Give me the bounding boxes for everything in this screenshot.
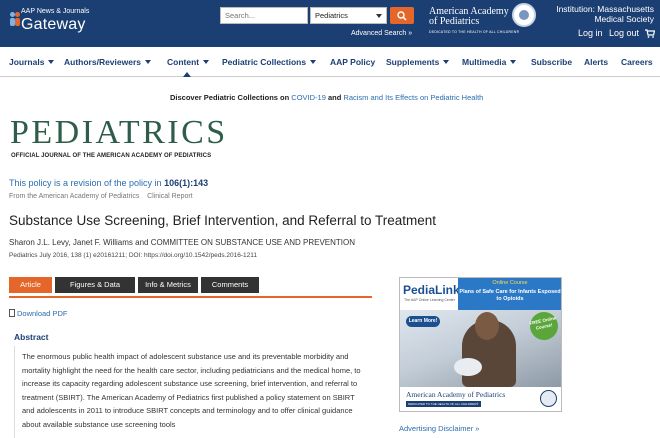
banner-link-covid[interactable]: COVID-19 [291,93,326,102]
ad-brand: PediaLink [403,283,460,297]
search-button[interactable] [390,7,414,24]
banner-prefix: Discover Pediatric Collections on [170,93,290,102]
journal-subtitle: OFFICIAL JOURNAL OF THE AMERICAN ACADEMY… [11,153,212,159]
nav-subscribe[interactable]: Subscribe [531,57,572,67]
nav-label: Content [167,57,200,67]
article-citation: Pediatrics July 2016, 138 (1) e20161211;… [9,252,258,259]
abstract-text: The enormous public health impact of ado… [22,352,361,429]
revision-link[interactable]: 106(1):143 [164,178,208,188]
ad-photo: Learn More! FREE Online Course! [400,309,561,387]
nav-label: Multimedia [462,57,507,67]
search-scope-value: Pediatrics [315,11,348,20]
brand-small: AAP News & Journals [21,8,90,15]
aap-tagline: DEDICATED TO THE HEALTH OF ALL CHILDREN® [429,30,520,34]
nav-label: Authors/Reviewers [64,57,141,67]
aap-logo-text[interactable]: American Academy of Pediatrics [429,7,509,27]
advanced-search-link[interactable]: Advanced Search » [351,30,412,37]
abstract-heading: Abstract [14,332,49,342]
nav-label: Supplements [386,57,440,67]
ad-free-badge: FREE Online Course! [527,309,561,343]
chevron-down-icon [510,60,517,64]
nav-aap-policy[interactable]: AAP Policy [330,57,375,67]
nav-supplements[interactable]: Supplements [386,57,450,67]
nav-careers[interactable]: Careers [621,57,653,67]
nav-label: Pediatric Collections [222,57,307,67]
search-icon [397,11,407,21]
nav-journals[interactable]: Journals [9,57,55,67]
search-scope-select[interactable]: Pediatrics [310,7,387,24]
nav-label: AAP Policy [330,57,376,67]
ad-footer: American Academy of Pediatrics DEDICATED… [400,387,561,411]
nav-label: Alerts [584,57,609,67]
revision-note: This policy is a revision of the policy … [9,178,208,188]
collections-banner: Discover Pediatric Collections on COVID-… [170,93,483,102]
tab-article[interactable]: Article [9,277,52,293]
ad-brand-sub: The AAP Online Learning Center [404,298,455,302]
gateway-mark-icon [10,12,20,26]
nav-content[interactable]: Content [167,57,210,67]
ad-aap-tagline: DEDICATED TO THE HEALTH OF ALL CHILDREN® [406,401,481,407]
tab-comments[interactable]: Comments [201,277,259,293]
nav-alerts[interactable]: Alerts [584,57,608,67]
site-header: AAP News & Journals Gateway Pediatrics A… [0,0,660,47]
chevron-down-icon [48,60,55,64]
brand-big: Gateway [21,16,86,33]
revision-text: This policy is a revision of the policy … [9,178,162,188]
nav-label: Journals [9,57,45,67]
nav-label: Careers [621,57,653,67]
article-tabs: Article Figures & Data Info & Metrics Co… [9,277,372,298]
banner-link-racism[interactable]: Racism and Its Effects on Pediatric Heal… [343,93,483,102]
chevron-down-icon [203,60,210,64]
abstract-divider [14,346,15,438]
ad-aap-name: American Academy of Pediatrics [406,390,506,399]
nav-active-indicator [183,72,191,77]
journal-logo[interactable]: PEDIATRICS [10,114,228,152]
chevron-down-icon [443,60,450,64]
nav-pediatric-collections[interactable]: Pediatric Collections [222,57,317,67]
pdf-icon [9,309,15,317]
nav-label: Subscribe [531,57,573,67]
article-type-line: From the American Academy of Pediatrics … [9,193,193,200]
main-nav: Journals Authors/Reviewers Content Pedia… [0,47,660,77]
advertising-disclaimer-link[interactable]: Advertising Disclaimer » [399,424,479,433]
banner-and: and [327,93,342,102]
article-title: Substance Use Screening, Brief Intervent… [9,213,436,228]
nav-multimedia[interactable]: Multimedia [462,57,517,67]
cart-icon[interactable] [645,29,655,38]
article-authors: Sharon J.L. Levy, Janet F. Williams and … [9,238,356,247]
ad-course-title: Plans of Safe Care for Infants Exposed t… [459,289,561,302]
institution-label: Institution: Massachusetts Medical Socie… [556,4,654,24]
ad-header: PediaLink The AAP Online Learning Center… [400,278,561,310]
logout-link[interactable]: Log out [609,28,639,38]
chevron-down-icon [310,60,317,64]
ad-baby [454,358,482,376]
ad-figure-head [475,312,499,340]
chevron-down-icon [376,14,382,18]
search-input[interactable] [220,7,308,24]
download-pdf-link[interactable]: Download PDF [9,309,67,318]
aap-line2: of Pediatrics [429,16,480,27]
download-pdf-label: Download PDF [17,309,68,318]
chevron-down-icon [145,60,151,64]
ad-learn-more-button[interactable]: Learn More! [406,316,440,327]
aap-seal-icon [512,3,536,27]
pedialink-ad[interactable]: PediaLink The AAP Online Learning Center… [399,277,562,412]
ad-course-label: Online Course [492,280,528,286]
tab-info-metrics[interactable]: Info & Metrics [138,277,198,293]
login-link[interactable]: Log in [578,28,603,38]
ad-aap-seal-icon [540,390,557,407]
gateway-logo[interactable]: AAP News & Journals Gateway [10,6,120,36]
tab-figures-data[interactable]: Figures & Data [55,277,135,293]
nav-authors-reviewers[interactable]: Authors/Reviewers [64,57,151,67]
